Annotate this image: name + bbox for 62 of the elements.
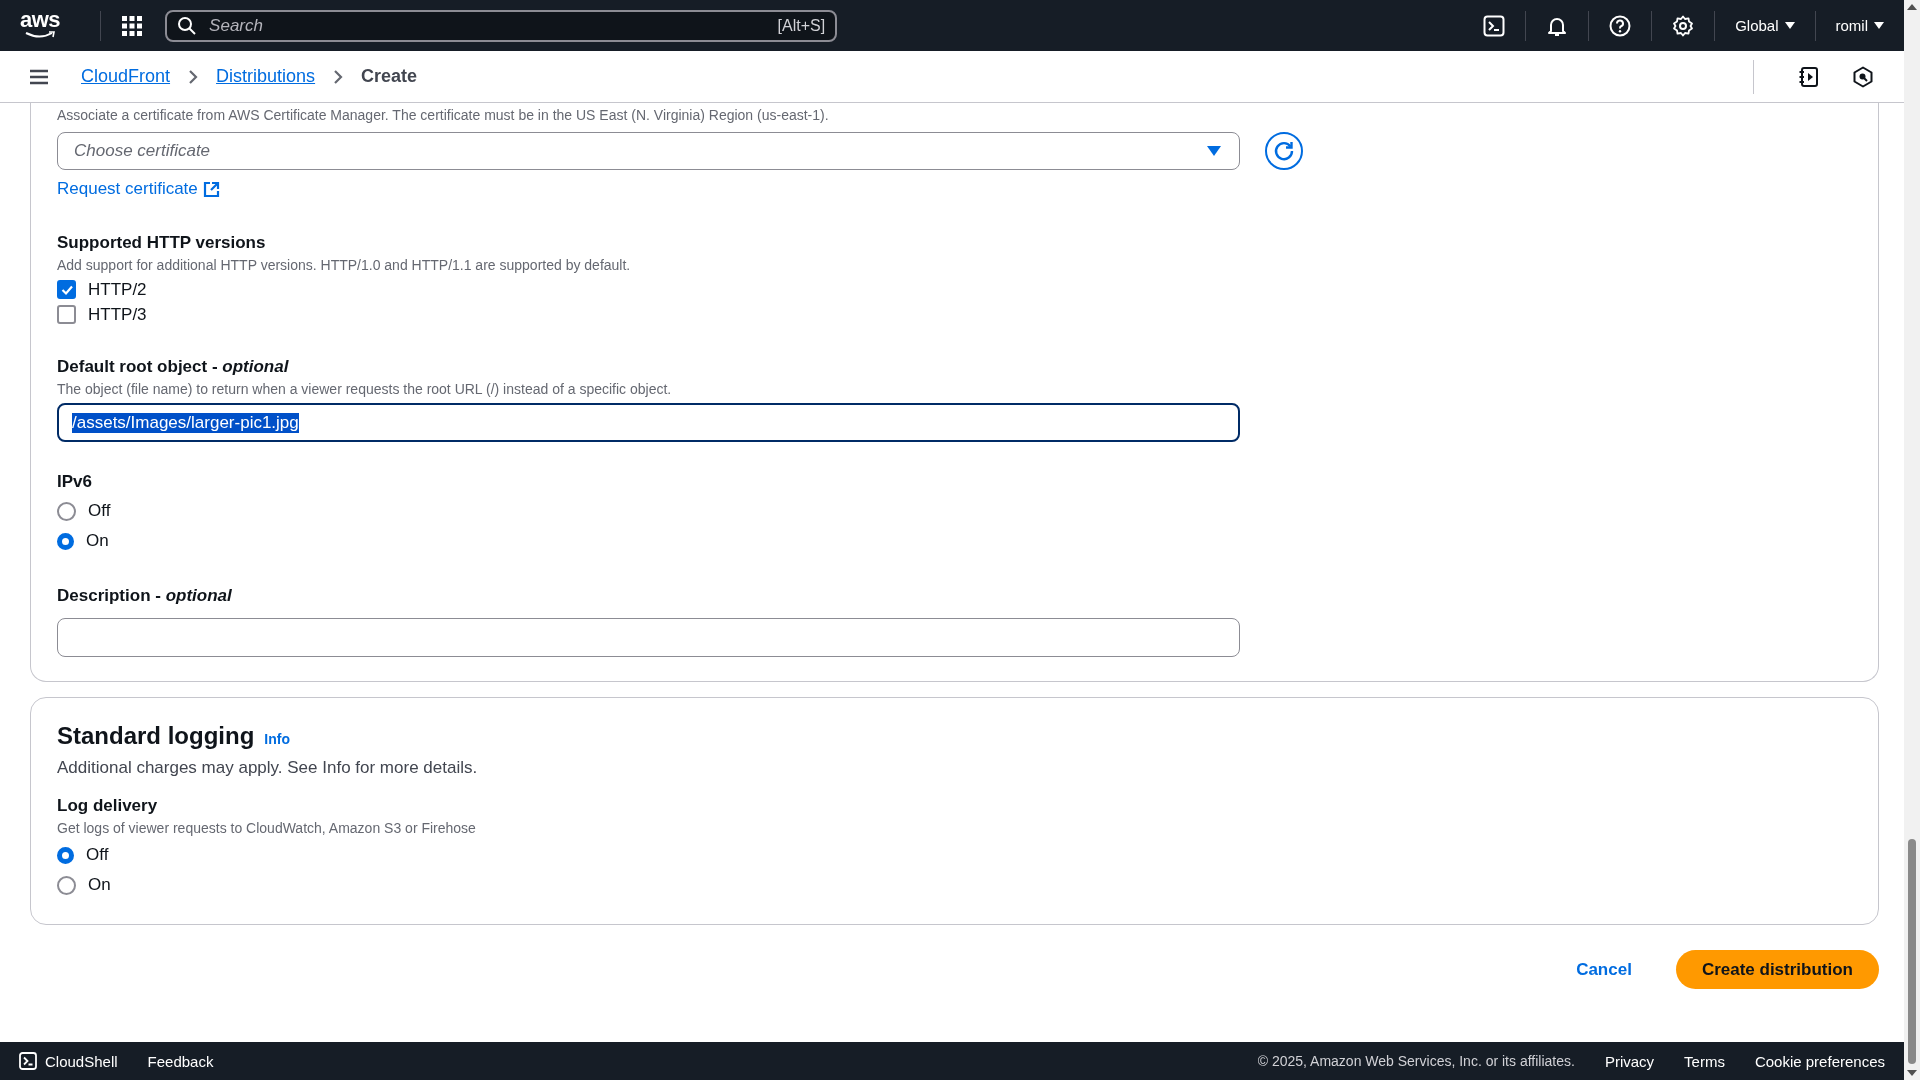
terminal-icon — [19, 1052, 37, 1070]
chevron-right-icon — [188, 68, 199, 85]
notebook-play-icon[interactable] — [1798, 65, 1820, 88]
field-description: Get logs of viewer requests to CloudWatch, Amazon S3 or Firehose — [57, 820, 477, 836]
checkbox[interactable] — [57, 305, 76, 324]
logo[interactable]: aws — [20, 12, 61, 39]
field-description: Add support for additional HTTP versions. HTTP/1.0 and HTTP/1.1 are supported by default. — [57, 257, 632, 273]
caret-down-icon — [1784, 21, 1795, 30]
section-description: Additional charges may apply. See Info for more details. — [57, 758, 479, 778]
section-title: Standard logging — [57, 722, 255, 750]
apps-grid-icon[interactable] — [121, 14, 144, 37]
chevron-right-icon — [333, 68, 344, 85]
refresh-button[interactable] — [1265, 132, 1303, 170]
copyright-text: © 2025, Amazon Web Services, Inc. or its affiliates. — [1257, 1053, 1575, 1069]
caret-down-icon — [1207, 146, 1221, 156]
field-label: Supported HTTP versions — [57, 233, 267, 253]
breadcrumb-link[interactable]: CloudFront — [81, 66, 171, 87]
primary-button[interactable]: Create distribution — [1675, 950, 1879, 989]
scrollbar[interactable] — [1904, 0, 1920, 1080]
footer-link[interactable]: Terms — [1684, 1052, 1725, 1070]
field-label: IPv6 — [57, 472, 93, 492]
help-icon[interactable] — [1609, 14, 1632, 37]
caret-down-icon — [1874, 21, 1884, 30]
checkbox-label: HTTP/3 — [88, 304, 147, 325]
field-description: Associate a certificate from AWS Certificate Manager. The certificate must be in the US East (N. Virginia) Region (us-east-1). — [57, 107, 830, 123]
search-icon — [177, 15, 198, 36]
radio-label: Off — [88, 501, 111, 521]
checkbox[interactable] — [57, 280, 76, 299]
field-description: The object (file name) to return when a viewer requests the root URL (/) instead of a specific object. — [57, 381, 673, 397]
info-link[interactable]: Info — [264, 731, 290, 747]
field-label: Default root object - optional — [57, 357, 290, 377]
radio-button[interactable] — [57, 846, 74, 864]
external-link-icon — [202, 180, 220, 198]
certificate-select[interactable]: Choose certificate — [57, 132, 1240, 170]
cloudshell-button[interactable]: CloudShell — [19, 1052, 118, 1070]
region-menu[interactable]: Global — [1735, 17, 1795, 34]
footer-link[interactable]: Cookie preferences — [1754, 1052, 1885, 1070]
terminal-icon[interactable] — [1483, 14, 1506, 37]
checkbox-label: HTTP/2 — [88, 279, 147, 300]
field-label: Description - optional — [57, 586, 233, 606]
footer-link[interactable]: Privacy — [1604, 1052, 1655, 1070]
radio-button[interactable] — [57, 532, 74, 550]
radio-label: On — [86, 531, 109, 551]
breadcrumb-link[interactable]: Distributions — [216, 66, 316, 87]
radio-button[interactable] — [57, 875, 76, 895]
description-field[interactable] — [57, 618, 1240, 657]
settings-icon[interactable] — [1672, 14, 1695, 37]
field-label: Log delivery — [57, 796, 159, 816]
breadcrumb-current: Create — [361, 66, 418, 87]
menu-icon[interactable] — [29, 68, 49, 85]
radio-label: On — [88, 875, 111, 895]
request-certificate-link[interactable]: Request certificate — [57, 179, 220, 199]
refresh-icon — [1272, 139, 1296, 163]
user-menu[interactable]: romil — [1835, 17, 1884, 34]
radio-label: Off — [86, 845, 109, 865]
hexagon-icon[interactable] — [1852, 65, 1874, 88]
text-field[interactable]: /assets/Images/larger-pic1.jpg — [57, 403, 1240, 442]
radio-button[interactable] — [57, 501, 76, 521]
scrollbar-thumb[interactable] — [1908, 839, 1916, 1064]
cancel-button[interactable]: Cancel — [1570, 958, 1638, 981]
feedback-button[interactable]: Feedback — [147, 1052, 214, 1070]
keyboard-shortcut: [Alt+S] — [777, 16, 826, 35]
